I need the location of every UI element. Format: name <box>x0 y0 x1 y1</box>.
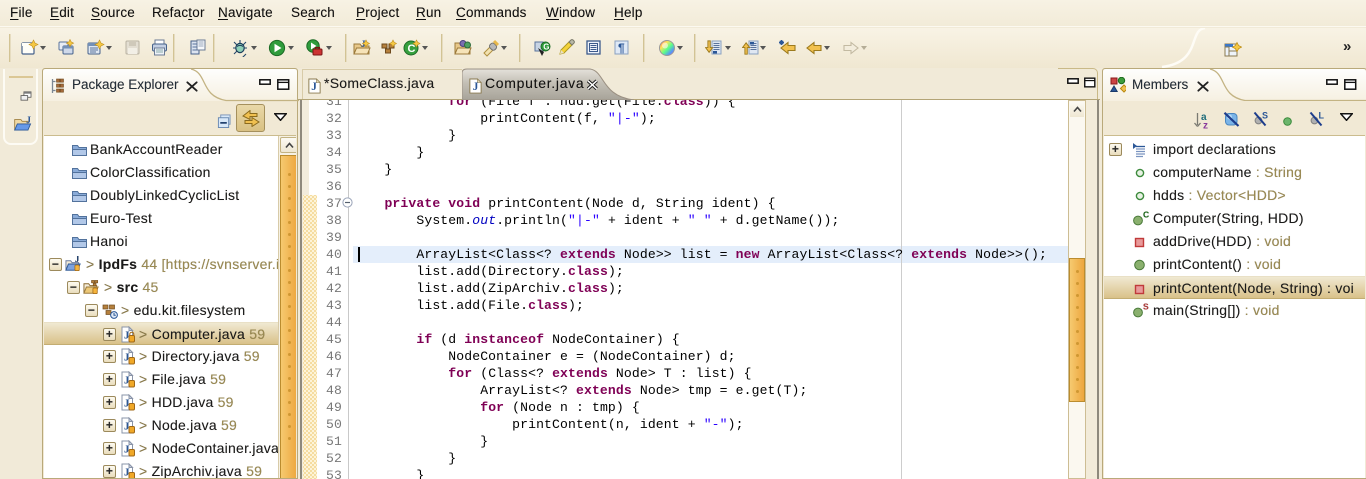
svg-text:C: C <box>408 43 416 55</box>
svg-text:¶: ¶ <box>618 41 625 55</box>
svg-text:J: J <box>473 81 479 93</box>
svg-text:C: C <box>1143 210 1149 220</box>
svg-text:S: S <box>1262 111 1268 121</box>
svg-text:S: S <box>1143 302 1149 312</box>
svg-text:J: J <box>26 116 31 126</box>
svg-text:z: z <box>1203 121 1208 130</box>
svg-text:G: G <box>543 43 549 52</box>
svg-text:L: L <box>1319 111 1325 121</box>
svg-text:J: J <box>75 256 80 264</box>
svg-text:J: J <box>311 81 317 93</box>
